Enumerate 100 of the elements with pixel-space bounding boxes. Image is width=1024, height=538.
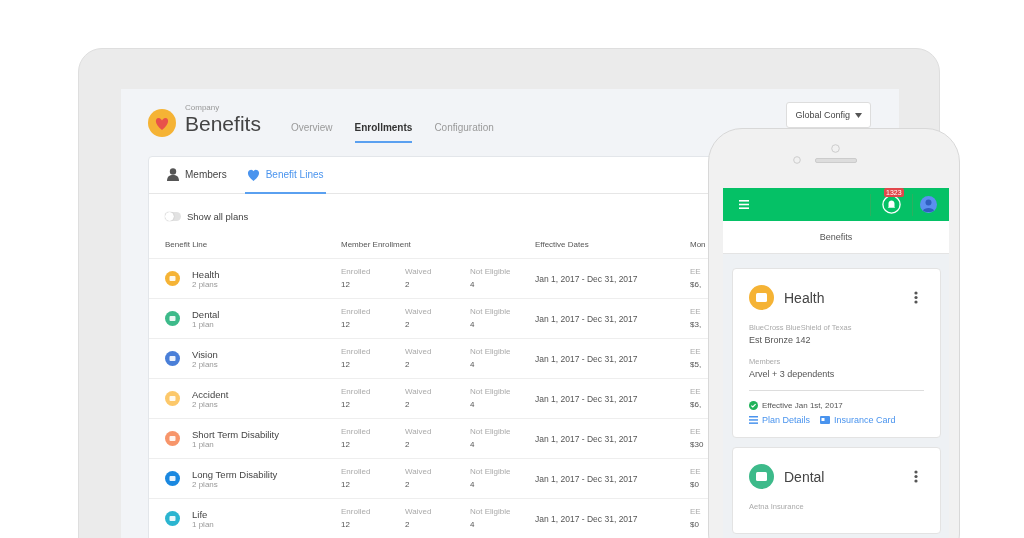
date-range: Jan 1, 2017 - Dec 31, 2017	[535, 513, 639, 524]
stat-value: 4	[470, 318, 476, 331]
stat-value: 12	[341, 358, 351, 371]
stat-value: 12	[341, 478, 351, 491]
check-icon	[749, 401, 758, 410]
date-range: Jan 1, 2017 - Dec 31, 2017	[535, 393, 639, 404]
card-title: Dental	[784, 468, 825, 485]
plan-count: 1 plan	[192, 439, 215, 449]
status-text: Effective Jan 1st, 2017	[762, 401, 843, 410]
column-header: Benefit Line	[165, 239, 209, 249]
card-link[interactable]: Insurance Card	[820, 415, 896, 425]
benefit-name: Vision	[192, 348, 218, 360]
stat-label: Enrolled	[341, 385, 372, 398]
camera-icon	[831, 144, 840, 153]
section-tab[interactable]: Benefit Lines	[244, 157, 326, 194]
field-value: Arvel + 3 dependents	[749, 368, 836, 381]
stat-label: Waived	[405, 505, 433, 518]
column-header: Member Enrollment	[341, 239, 412, 249]
stat-value: $5,	[690, 358, 703, 371]
stat-label: Enrolled	[341, 345, 372, 358]
stat-value: 4	[470, 398, 476, 411]
benefit-name: Dental	[192, 308, 220, 320]
toggle-label: Show all plans	[187, 210, 249, 222]
stat-value: 12	[341, 518, 351, 531]
stat-value: 2	[405, 278, 411, 291]
nav-tab[interactable]: Enrollments	[354, 101, 413, 143]
stat-label: EE	[690, 465, 702, 478]
column-header: Effective Dates	[535, 239, 590, 249]
stat-label: Waived	[405, 425, 433, 438]
stat-label: Enrolled	[341, 265, 372, 278]
stat-value: 4	[470, 358, 476, 371]
stat-value: 12	[341, 438, 351, 451]
stat-label: Waived	[405, 265, 433, 278]
stat-label: Not Eligible	[470, 345, 512, 358]
date-range: Jan 1, 2017 - Dec 31, 2017	[535, 273, 639, 284]
stat-value: 4	[470, 438, 476, 451]
plan-count: 1 plan	[192, 519, 214, 529]
sensor-icon	[793, 156, 801, 164]
plan-count: 2 plans	[192, 279, 219, 289]
bell-icon[interactable]	[882, 195, 901, 214]
more-icon[interactable]	[914, 470, 918, 483]
stat-value: 12	[341, 398, 351, 411]
caret-icon	[855, 112, 862, 118]
stat-value: $3,	[690, 318, 703, 331]
stat-label: Not Eligible	[470, 505, 512, 518]
stat-label: Not Eligible	[470, 425, 512, 438]
company-label: Company	[185, 103, 221, 112]
stat-label: Enrolled	[341, 305, 372, 318]
stat-label: Waived	[405, 345, 433, 358]
stat-label: Not Eligible	[470, 385, 512, 398]
date-range: Jan 1, 2017 - Dec 31, 2017	[535, 313, 639, 324]
avatar-icon[interactable]	[920, 196, 937, 213]
stat-value: 4	[470, 518, 476, 531]
heart-logo-icon	[148, 108, 176, 137]
config-dropdown[interactable]: Global Config	[786, 102, 871, 128]
person-icon	[167, 168, 179, 181]
more-icon[interactable]	[914, 291, 918, 304]
stat-value: $30	[690, 438, 705, 451]
stat-value: $0	[690, 518, 700, 531]
benefit-name: Short Term Disability	[192, 428, 279, 440]
stat-value: $6,	[690, 398, 703, 411]
stat-value: 12	[341, 318, 351, 331]
stat-label: Waived	[405, 385, 433, 398]
stat-label: Not Eligible	[470, 465, 512, 478]
stat-label: Not Eligible	[470, 265, 512, 278]
benefit-name: Life	[192, 508, 209, 520]
nav-tab[interactable]: Configuration	[434, 101, 494, 143]
section-tab[interactable]: Members	[165, 157, 229, 194]
date-range: Jan 1, 2017 - Dec 31, 2017	[535, 433, 639, 444]
benefit-name: Accident	[192, 388, 229, 400]
stat-label: EE	[690, 265, 702, 278]
benefit-name: Health	[192, 268, 220, 280]
menu-icon[interactable]	[739, 200, 749, 209]
stat-value: 2	[405, 318, 411, 331]
plan-count: 2 plans	[192, 479, 219, 489]
page-title: Benefits	[185, 112, 261, 136]
stat-value: 2	[405, 438, 411, 451]
stat-label: Enrolled	[341, 505, 372, 518]
column-header: Mon	[690, 239, 707, 249]
nav-tab[interactable]: Overview	[290, 101, 333, 143]
stat-value: 2	[405, 518, 411, 531]
stat-value: $0	[690, 478, 700, 491]
date-range: Jan 1, 2017 - Dec 31, 2017	[535, 353, 639, 364]
list-icon	[749, 416, 758, 424]
stat-label: Enrolled	[341, 465, 372, 478]
stat-value: 4	[470, 478, 476, 491]
toggle-switch[interactable]	[165, 211, 181, 221]
field-value: Est Bronze 142	[749, 334, 812, 347]
stat-value: 2	[405, 478, 411, 491]
stat-value: $6,	[690, 278, 703, 291]
stat-label: Not Eligible	[470, 305, 512, 318]
card-link[interactable]: Plan Details	[749, 415, 811, 425]
stat-label: Waived	[405, 465, 433, 478]
stat-value: 2	[405, 358, 411, 371]
stat-label: EE	[690, 305, 702, 318]
stat-label: Enrolled	[341, 425, 372, 438]
stat-label: EE	[690, 505, 702, 518]
stat-label: EE	[690, 345, 702, 358]
plan-count: 2 plans	[192, 359, 218, 369]
stat-label: EE	[690, 385, 702, 398]
